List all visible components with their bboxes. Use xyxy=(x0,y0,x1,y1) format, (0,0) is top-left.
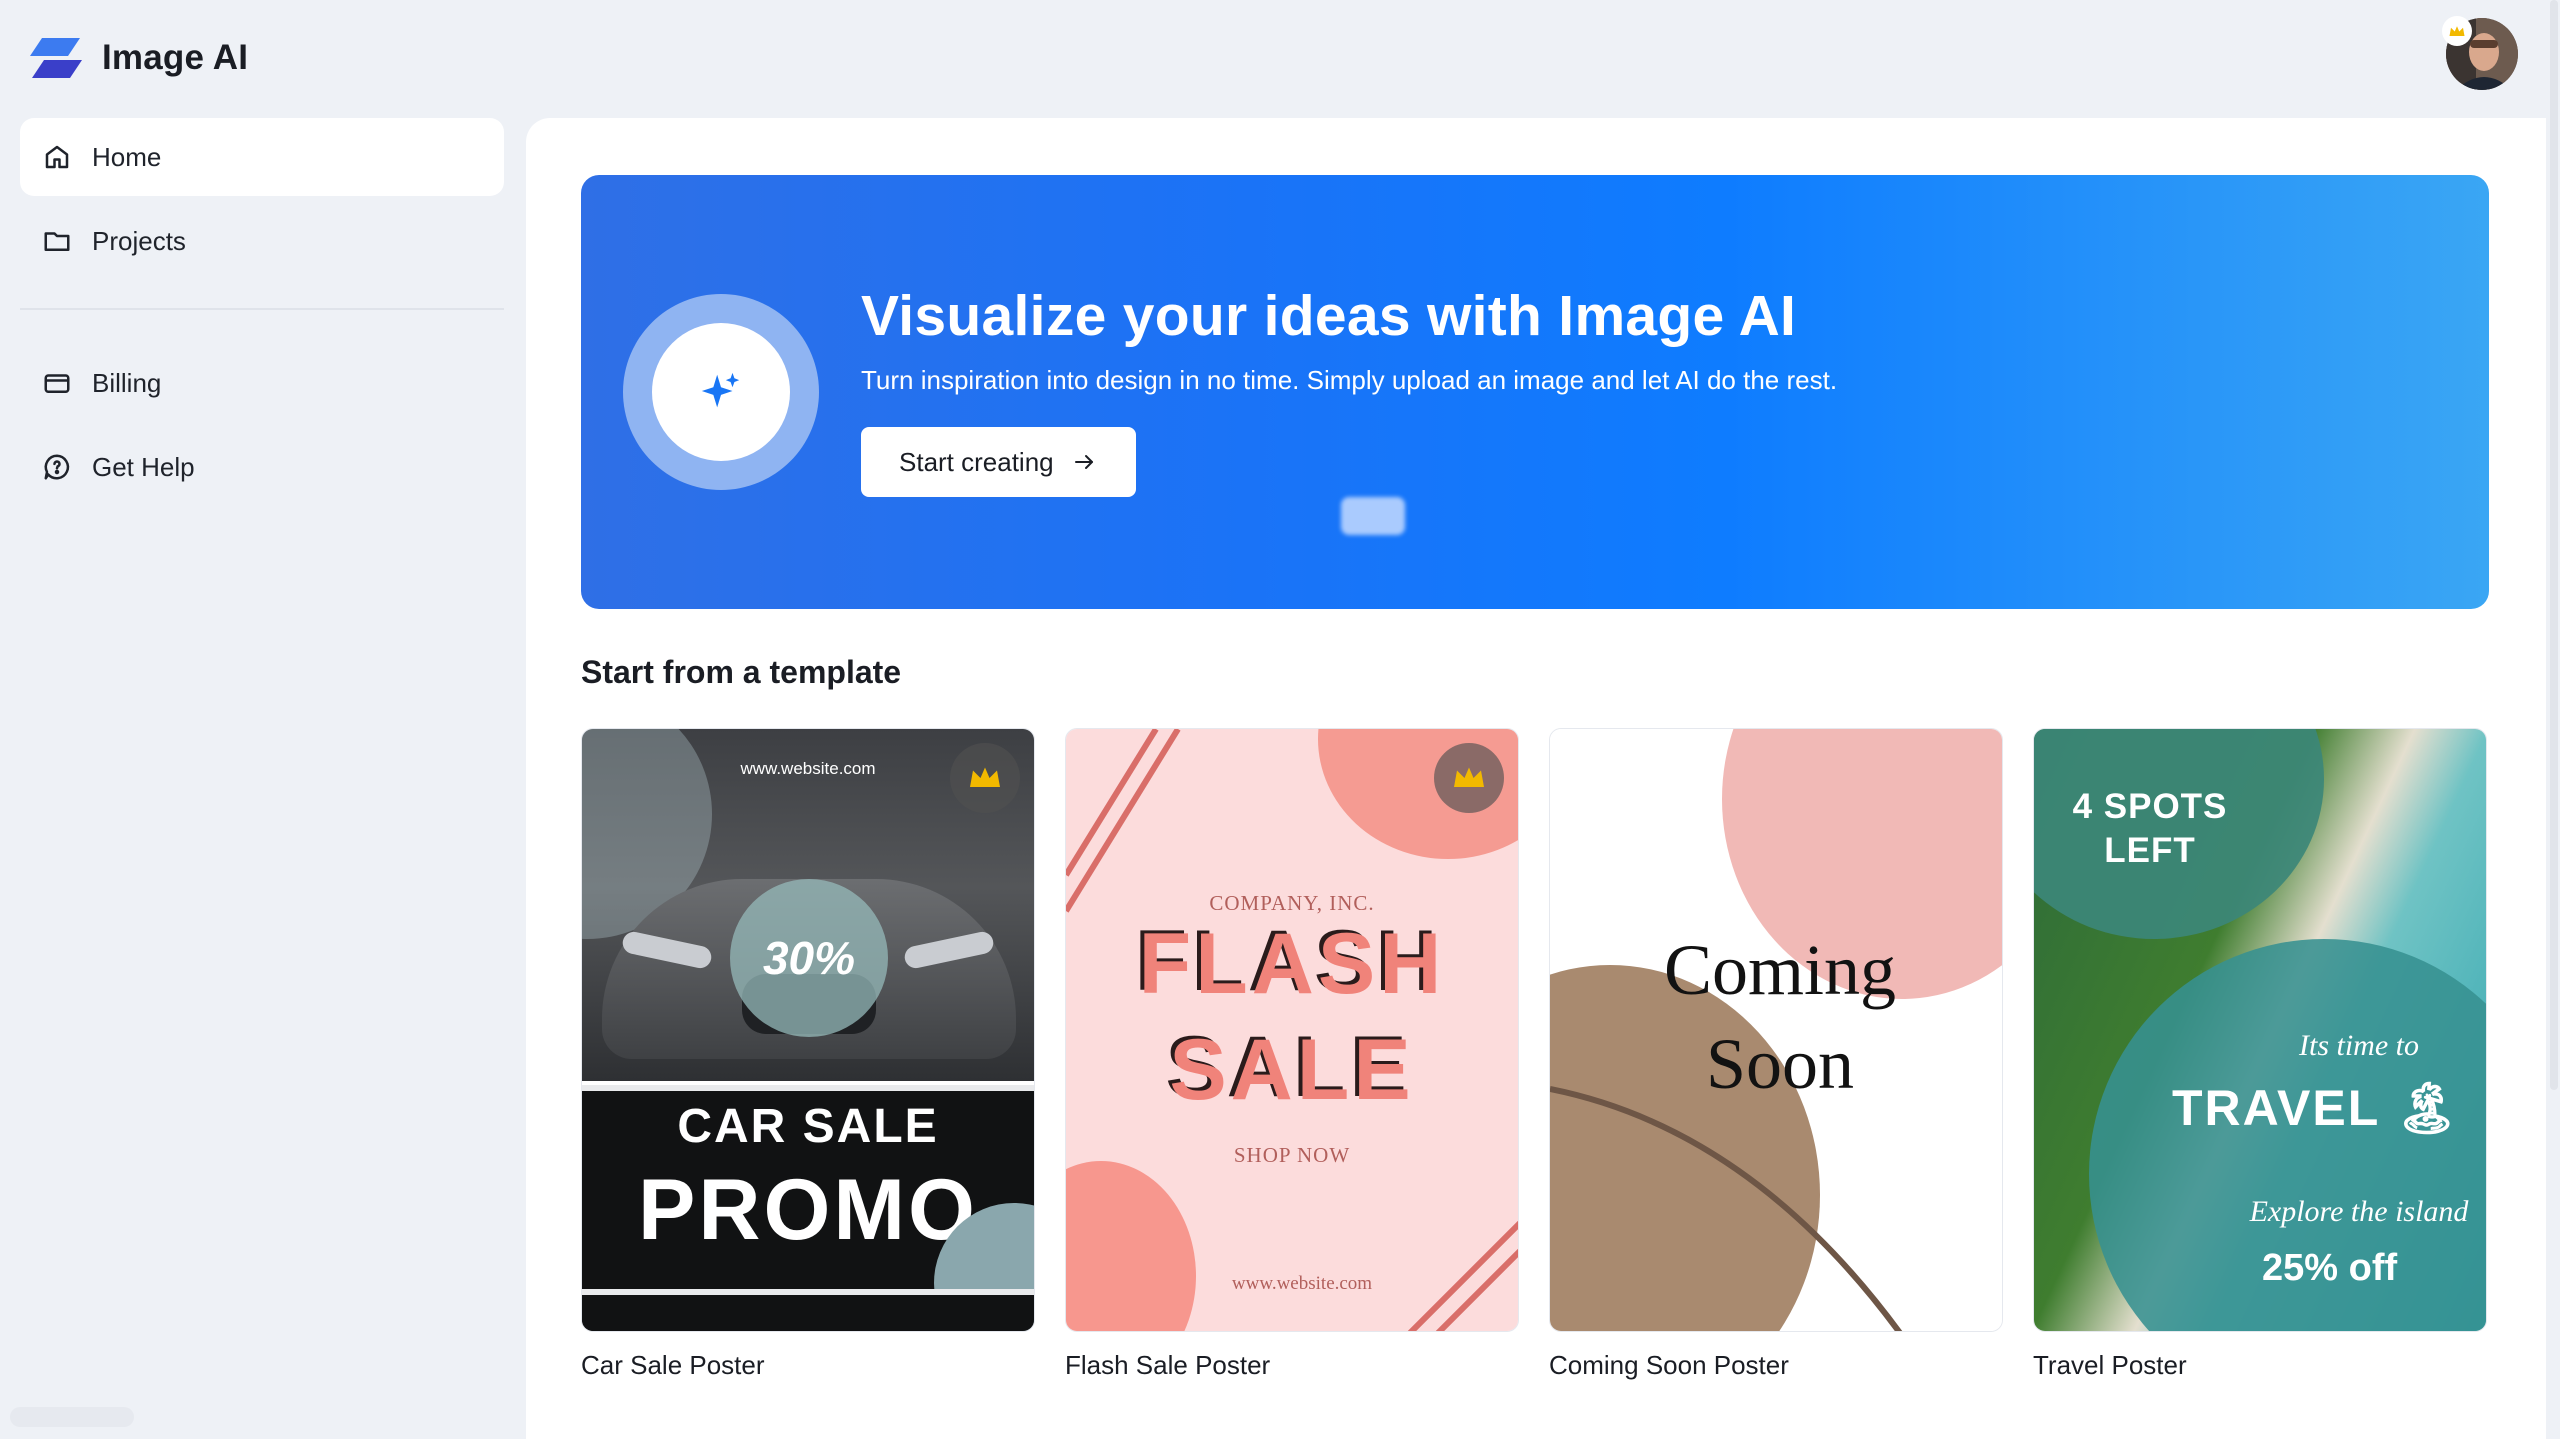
arrow-right-icon xyxy=(1074,455,1093,469)
poster-company: COMPANY, INC. xyxy=(1209,891,1375,915)
start-creating-label: Start creating xyxy=(899,446,1054,477)
page-scrollbar[interactable] xyxy=(2546,0,2560,1439)
poster-line1: FLASH xyxy=(1138,916,1446,1012)
template-card-coming-soon[interactable]: Coming Soon Coming Soon Poster xyxy=(1549,728,2003,1381)
brand[interactable]: Image AI xyxy=(28,34,248,82)
template-thumbnail[interactable]: COMPANY, INC. FLASH SALE SHOP NOW www.we… xyxy=(1065,728,1519,1332)
start-creating-button[interactable]: Start creating xyxy=(861,427,1136,497)
template-card-car-sale[interactable]: www.website.com 30% CAR SALE PROMO Car S… xyxy=(581,728,1035,1381)
brand-logo-icon xyxy=(30,38,82,78)
hero-icon-ring xyxy=(623,294,819,490)
help-chat-icon xyxy=(44,454,70,480)
poster-big: TRAVEL 🏝 xyxy=(2172,1080,2461,1136)
template-thumbnail[interactable]: Coming Soon xyxy=(1549,728,2003,1332)
sparkles-icon xyxy=(701,372,740,408)
crown-icon xyxy=(970,767,1000,787)
template-thumbnail[interactable]: www.website.com 30% CAR SALE PROMO xyxy=(581,728,1035,1332)
flash-poster: COMPANY, INC. FLASH SALE SHOP NOW www.we… xyxy=(1066,729,1518,1331)
sidebar-item-label: Get Help xyxy=(92,451,195,482)
poster-script1: Its time to xyxy=(2299,1029,2419,1062)
home-icon xyxy=(45,145,69,169)
premium-badge xyxy=(1434,743,1504,813)
template-card-travel[interactable]: 4 SPOTS LEFT Its time to TRAVEL 🏝 Explor… xyxy=(2033,728,2487,1381)
crown-icon xyxy=(2442,16,2472,46)
sidebar-item-projects[interactable]: Projects xyxy=(20,202,504,280)
template-label: Car Sale Poster xyxy=(581,1350,765,1380)
template-grid: www.website.com 30% CAR SALE PROMO Car S… xyxy=(581,728,2487,1381)
hero-title: Visualize your ideas with Image AI xyxy=(861,284,1797,348)
sidebar-item-home[interactable]: Home xyxy=(20,118,504,196)
sidebar-scroll-handle[interactable] xyxy=(10,1407,134,1427)
credit-card-icon xyxy=(44,374,70,393)
poster-shop: SHOP NOW xyxy=(1233,1143,1351,1167)
mouse-cursor xyxy=(1341,497,1405,535)
folder-icon xyxy=(44,232,70,251)
decor-strip xyxy=(582,1289,1034,1331)
main-panel: Visualize your ideas with Image AI Turn … xyxy=(526,118,2546,1439)
crown-icon xyxy=(1454,767,1484,787)
poster-discount: 30% xyxy=(730,879,888,1037)
sidebar-item-get-help[interactable]: Get Help xyxy=(20,428,504,506)
poster-offer: 25% off xyxy=(2262,1247,2398,1289)
poster-url: www.website.com xyxy=(1231,1273,1373,1294)
travel-poster: 4 SPOTS LEFT Its time to TRAVEL 🏝 Explor… xyxy=(2034,729,2486,1331)
template-label: Travel Poster xyxy=(2033,1350,2187,1380)
templates-section-title: Start from a template xyxy=(581,654,902,690)
hero-icon-disc xyxy=(652,323,790,461)
sidebar-item-label: Projects xyxy=(92,225,186,256)
sidebar-item-label: Billing xyxy=(92,367,162,398)
user-avatar[interactable] xyxy=(2442,16,2518,90)
sidebar-divider xyxy=(20,308,504,310)
template-label: Flash Sale Poster xyxy=(1065,1350,1271,1380)
template-card-flash-sale[interactable]: COMPANY, INC. FLASH SALE SHOP NOW www.we… xyxy=(1065,728,1519,1381)
app-name: Image AI xyxy=(102,38,249,77)
poster-spots: 4 SPOTS LEFT xyxy=(2072,787,2228,870)
sidebar-item-label: Home xyxy=(92,141,162,172)
app-root: Image AI Home Projects Billing Get Help … xyxy=(0,0,2560,1439)
coming-soon-poster: Coming Soon xyxy=(1550,729,2002,1331)
hero-banner: Visualize your ideas with Image AI Turn … xyxy=(581,175,2489,609)
template-thumbnail[interactable]: 4 SPOTS LEFT Its time to TRAVEL 🏝 Explor… xyxy=(2033,728,2487,1332)
poster-line2: SALE xyxy=(1169,1022,1415,1118)
sidebar: Home Projects Billing Get Help xyxy=(20,118,504,512)
page-scrollbar-thumb[interactable] xyxy=(2550,0,2558,1090)
poster-script2: Explore the island xyxy=(2249,1195,2469,1228)
template-label: Coming Soon Poster xyxy=(1549,1350,1789,1380)
poster-line2: Soon xyxy=(1705,1024,1855,1104)
sidebar-item-billing[interactable]: Billing xyxy=(20,344,504,422)
poster-line1: CAR SALE xyxy=(677,1100,939,1153)
premium-badge xyxy=(950,743,1020,813)
hero-subtitle: Turn inspiration into design in no time.… xyxy=(861,365,1838,395)
poster-line1: Coming xyxy=(1663,930,1897,1010)
